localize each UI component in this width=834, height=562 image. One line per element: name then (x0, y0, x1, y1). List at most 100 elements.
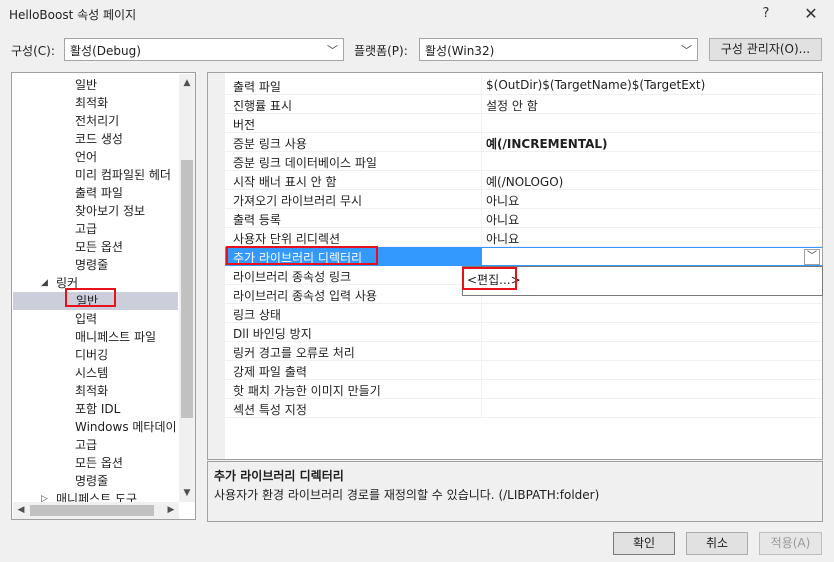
chevron-down-icon: ﹀ (681, 44, 692, 57)
property-row[interactable]: 버전 (225, 114, 822, 133)
tree-item-label: 일반 (75, 78, 98, 92)
tree-vertical-scrollbar[interactable]: ▲ ▼ (179, 74, 195, 502)
tree-item[interactable]: 포함 IDL (12, 400, 177, 418)
tree-item[interactable]: 출력 파일 (12, 184, 177, 202)
scroll-left-icon[interactable]: ◀ (13, 502, 29, 519)
close-button[interactable]: ✕ (796, 3, 826, 25)
highlight-box (226, 246, 378, 265)
property-name: 핫 패치 가능한 이미지 만들기 (233, 384, 381, 398)
property-name: 섹션 특성 지정 (233, 403, 307, 417)
tree-item[interactable]: 전처리기 (12, 112, 177, 130)
tree-item[interactable]: 일반 (12, 76, 177, 94)
tree-item-label: 모든 옵션 (75, 456, 123, 470)
tree-item[interactable]: 미리 컴파일된 헤더 (12, 166, 177, 184)
column-separator (481, 323, 482, 342)
tree-item-label: 출력 파일 (75, 186, 123, 200)
platform-value: 활성(Win32) (425, 44, 495, 58)
cancel-button[interactable]: 취소 (686, 532, 748, 555)
platform-combo[interactable]: 활성(Win32) ﹀ (419, 38, 698, 61)
tree-item-label: 최적화 (75, 384, 109, 398)
description-title: 추가 라이브러리 디렉터리 (214, 469, 344, 483)
tree-item[interactable]: 찾아보기 정보 (12, 202, 177, 220)
tree-item[interactable]: Windows 메타데이 (12, 418, 177, 436)
tree-item[interactable]: 명령줄 (12, 472, 177, 490)
tree-item[interactable]: 명령줄 (12, 256, 177, 274)
config-combo[interactable]: 활성(Debug) ﹀ (64, 38, 344, 61)
property-row[interactable]: 핫 패치 가능한 이미지 만들기 (225, 380, 822, 399)
tree-item[interactable]: 고급 (12, 436, 177, 454)
apply-button[interactable]: 적용(A) (759, 532, 822, 555)
tree-item[interactable]: 코드 생성 (12, 130, 177, 148)
tree-item-label: 디버깅 (75, 348, 109, 362)
column-separator (481, 76, 482, 95)
tree-item[interactable]: 최적화 (12, 382, 177, 400)
scroll-up-icon[interactable]: ▲ (179, 75, 195, 91)
tree-item-label: 입력 (75, 312, 98, 326)
property-value: 아니요 (486, 232, 520, 246)
chevron-down-icon[interactable]: ﹀ (804, 249, 820, 265)
ok-button[interactable]: 확인 (613, 532, 675, 555)
property-value: 예(/NOLOGO) (486, 175, 564, 189)
tree-item[interactable]: 디버깅 (12, 346, 177, 364)
property-row[interactable]: 링커 경고를 오류로 처리 (225, 342, 822, 361)
highlight-box (65, 288, 116, 307)
tree-item[interactable]: 언어 (12, 148, 177, 166)
property-row[interactable]: Dll 바인딩 방지 (225, 323, 822, 342)
property-row[interactable]: 사용자 단위 리디렉션 아니요 (225, 228, 822, 247)
platform-label: 플랫폼(P): (354, 44, 408, 58)
property-row[interactable]: 가져오기 라이브러리 무시 아니요 (225, 190, 822, 209)
property-row[interactable]: 강제 파일 출력 (225, 361, 822, 380)
property-value: $(OutDir)$(TargetName)$(TargetExt) (486, 78, 706, 92)
tree-item[interactable]: 모든 옵션 (12, 454, 177, 472)
value-edit-field[interactable]: ﹀ (481, 247, 822, 266)
property-row[interactable]: 증분 링크 데이터베이스 파일 (225, 152, 822, 171)
column-separator (481, 304, 482, 323)
property-row[interactable]: 증분 링크 사용 예(/INCREMENTAL) (225, 133, 822, 152)
collapse-icon[interactable]: ◢ (41, 274, 48, 292)
window-title: HelloBoost 속성 페이지 (9, 8, 137, 22)
property-name: 라이브러리 종속성 입력 사용 (233, 289, 377, 303)
config-label: 구성(C): (11, 44, 55, 58)
title-bar: HelloBoost 속성 페이지 ? ✕ (0, 0, 834, 30)
property-value: 설정 안 함 (486, 99, 538, 113)
tree-item-label: 언어 (75, 150, 98, 164)
config-value: 활성(Debug) (70, 44, 141, 58)
tree-item-label: 전처리기 (75, 114, 120, 128)
property-row[interactable]: 출력 파일 $(OutDir)$(TargetName)$(TargetExt) (225, 76, 822, 95)
property-row[interactable]: 출력 등록 아니요 (225, 209, 822, 228)
tree-item-label: 고급 (75, 222, 98, 236)
tree-item-label: 명령줄 (75, 258, 109, 272)
description-panel: 추가 라이브러리 디렉터리 사용자가 환경 라이브러리 경로를 재정의할 수 있… (207, 461, 823, 522)
scroll-thumb[interactable] (181, 160, 193, 418)
tree-item-label: 매니페스트 파일 (75, 330, 157, 344)
scroll-down-icon[interactable]: ▼ (179, 485, 195, 501)
highlight-box (462, 267, 517, 290)
config-manager-button[interactable]: 구성 관리자(O)... (709, 38, 822, 61)
property-row[interactable]: 섹션 특성 지정 (225, 399, 822, 418)
property-row[interactable]: 시작 배너 표시 안 함 예(/NOLOGO) (225, 171, 822, 190)
property-name: 증분 링크 사용 (233, 137, 307, 151)
column-separator (481, 190, 482, 209)
tree-item[interactable]: 최적화 (12, 94, 177, 112)
column-separator (481, 342, 482, 361)
tree-horizontal-scrollbar[interactable]: ◀ ▶ (13, 502, 179, 519)
tree-item[interactable]: 시스템 (12, 364, 177, 382)
tree-item[interactable]: 모든 옵션 (12, 238, 177, 256)
tree-item-label: 찾아보기 정보 (75, 204, 146, 218)
property-row[interactable]: 진행률 표시 설정 안 함 (225, 95, 822, 114)
tree-item[interactable]: 매니페스트 파일 (12, 328, 177, 346)
column-separator (481, 152, 482, 171)
tree-item[interactable]: 입력 (12, 310, 177, 328)
property-name: 진행률 표시 (233, 99, 293, 113)
column-separator (481, 133, 482, 152)
scroll-thumb[interactable] (30, 505, 154, 516)
scroll-right-icon[interactable]: ▶ (163, 502, 179, 519)
help-button[interactable]: ? (751, 3, 781, 25)
property-row[interactable]: 링크 상태 (225, 304, 822, 323)
tree-item-label: 시스템 (75, 366, 109, 380)
tree-item-label: 명령줄 (75, 474, 109, 488)
tree-item[interactable]: 고급 (12, 220, 177, 238)
property-name: 사용자 단위 리디렉션 (233, 232, 340, 246)
column-separator (481, 171, 482, 190)
column-separator (481, 399, 482, 418)
